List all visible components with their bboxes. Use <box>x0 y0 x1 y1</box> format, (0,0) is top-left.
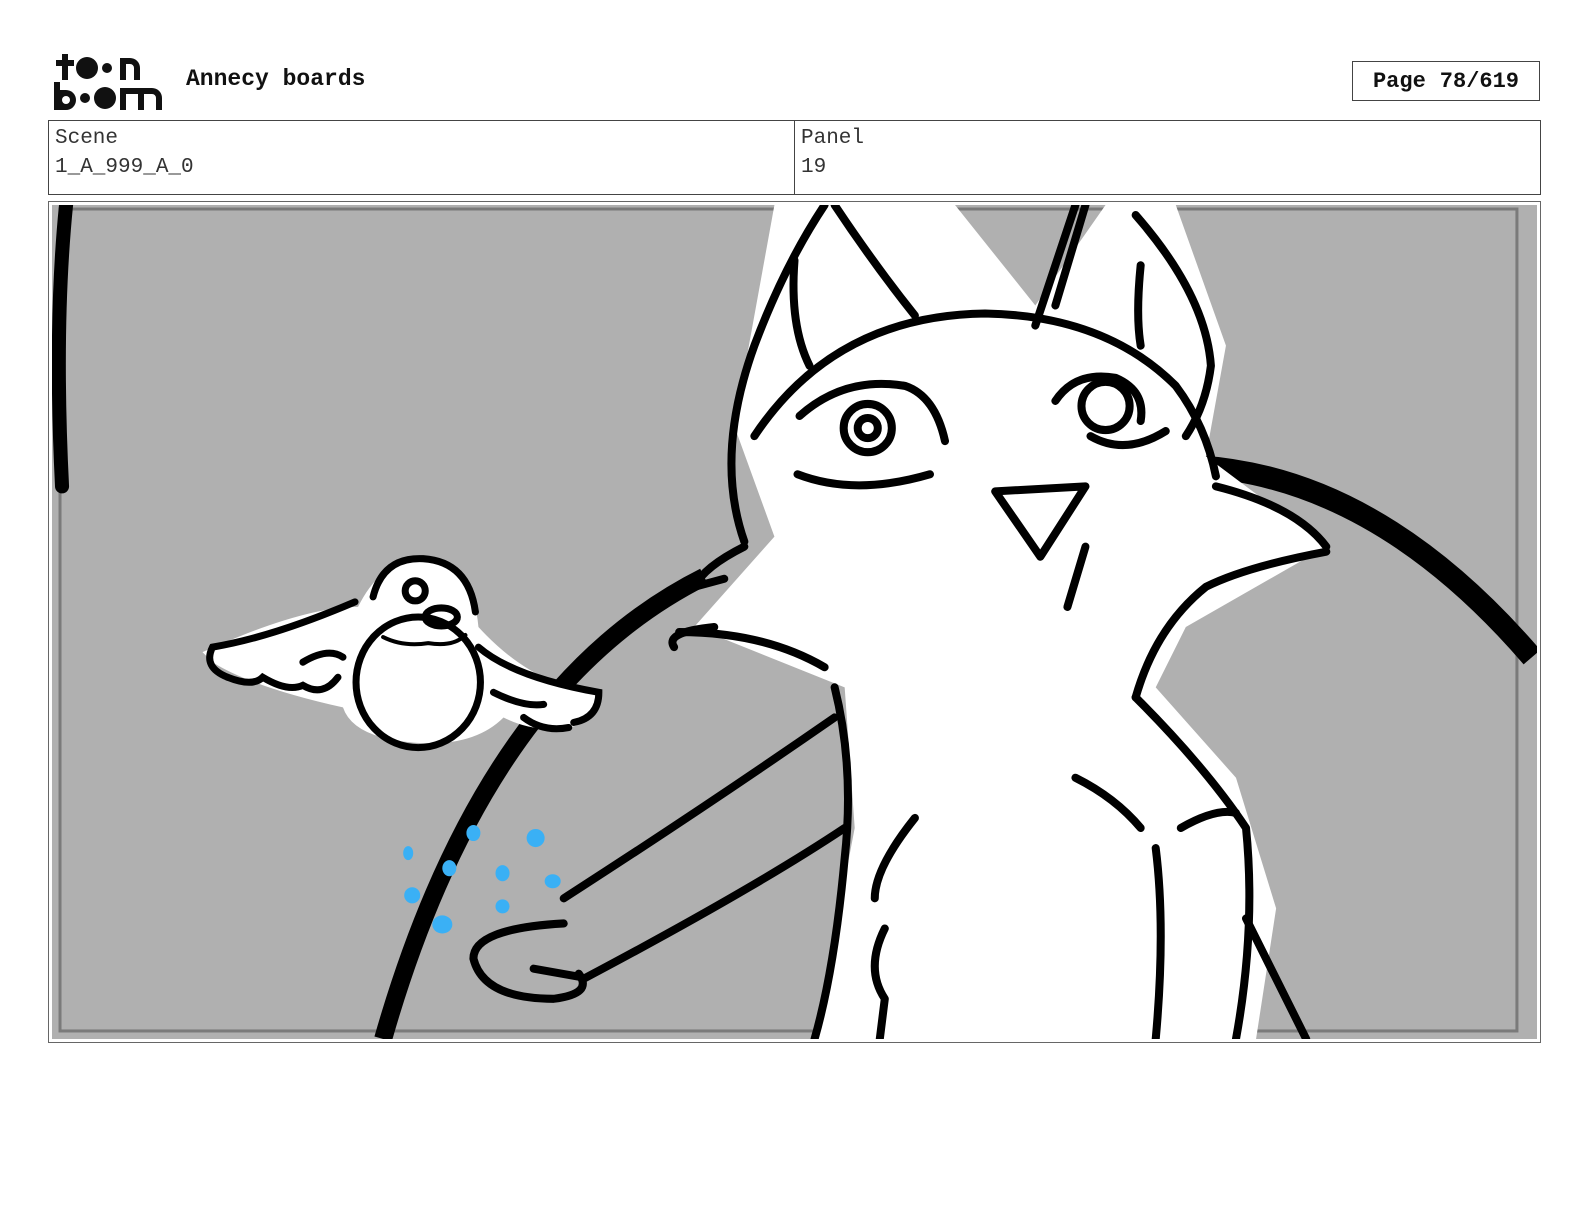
panel-drawing <box>52 205 1537 1039</box>
project-title: Annecy boards <box>186 66 366 92</box>
scene-label: Scene <box>55 127 119 150</box>
page-label: Page <box>1372 68 1426 94</box>
scene-cell: Scene 1_A_999_A_0 <box>49 121 794 194</box>
scene-value: 1_A_999_A_0 <box>55 156 194 179</box>
scene-panel-table: Scene 1_A_999_A_0 Panel 19 <box>48 120 1541 195</box>
panel-label: Panel <box>801 127 865 150</box>
page-indicator: Page 78/619 <box>1352 61 1540 101</box>
panel-sketch <box>52 205 1537 1039</box>
storyboard-panel <box>48 201 1541 1043</box>
toonboom-logo <box>52 50 164 112</box>
page-number: 78/619 <box>1439 68 1520 94</box>
panel-value: 19 <box>801 156 827 179</box>
panel-cell: Panel 19 <box>794 121 1540 194</box>
